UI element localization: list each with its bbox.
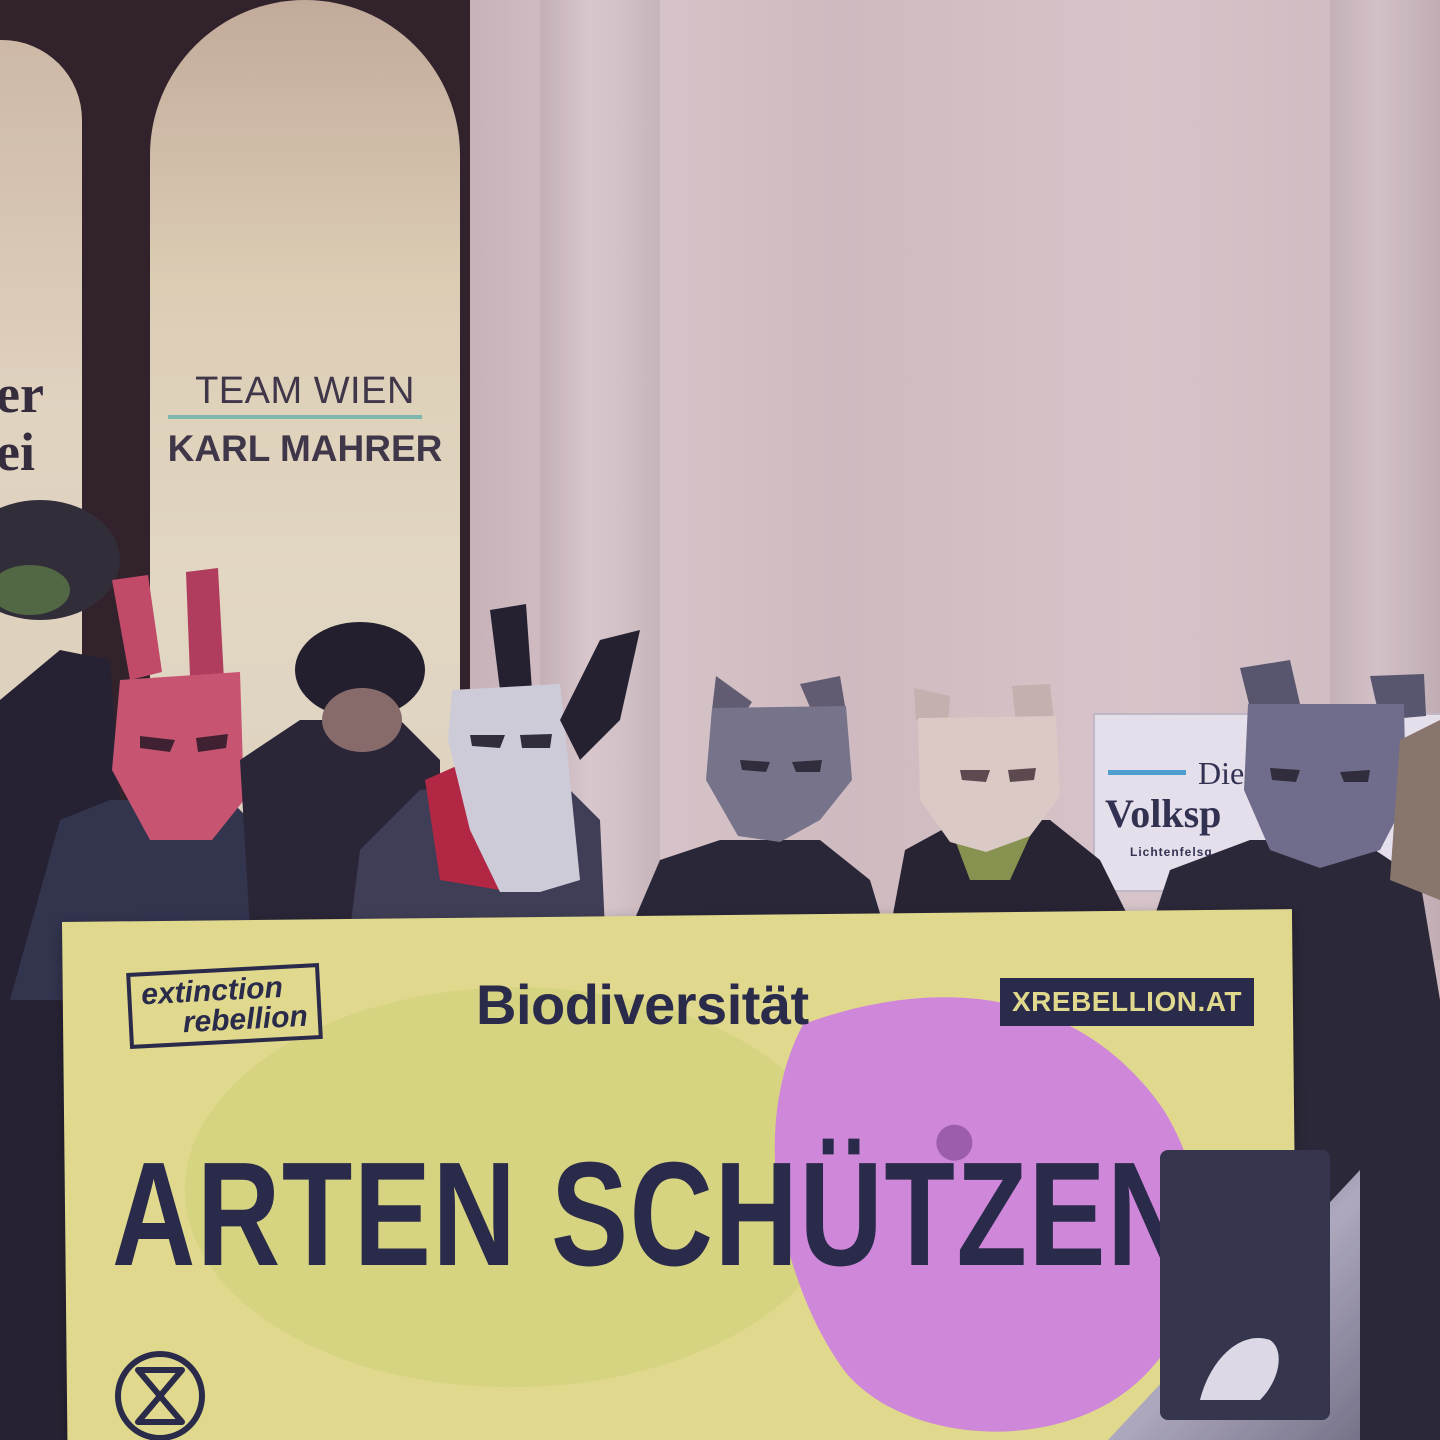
face bbox=[322, 688, 402, 752]
banner-headline: ARTEN SCHÜTZEN bbox=[112, 1132, 1193, 1297]
rabbit-mask bbox=[112, 568, 244, 840]
tote-bag-print bbox=[1200, 1338, 1279, 1400]
banner-url: XREBELLION.AT bbox=[1000, 978, 1254, 1026]
protest-photo: er ei TEAM WIEN KARL MAHRER Die Volksp L… bbox=[0, 0, 1440, 1440]
xr-hourglass-icon bbox=[115, 1351, 205, 1440]
wolf-mask bbox=[706, 676, 852, 842]
banner-subtitle: Biodiversität bbox=[476, 973, 809, 1036]
branch-prop bbox=[0, 500, 120, 620]
xr-logo: extinction rebellion bbox=[126, 963, 323, 1049]
raised-arm bbox=[560, 630, 640, 760]
